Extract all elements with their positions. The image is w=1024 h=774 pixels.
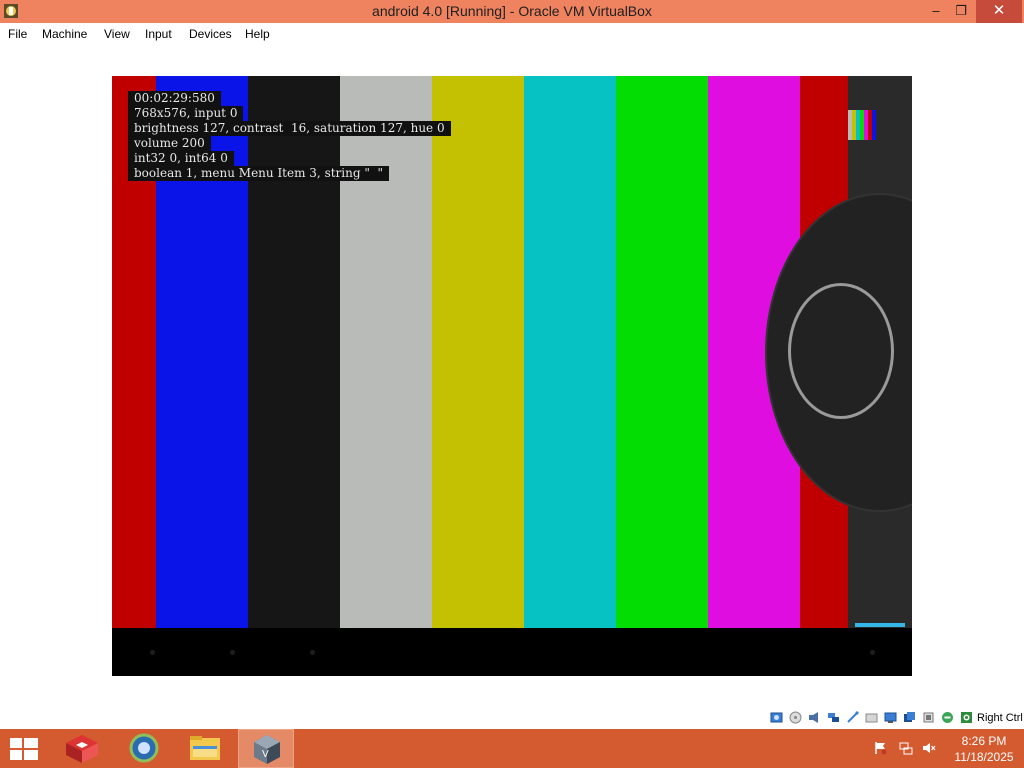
color-bar bbox=[524, 76, 616, 628]
taskbar-clock[interactable]: 8:26 PM 11/18/2025 bbox=[948, 733, 1020, 765]
mini-color-bars-thumbnail bbox=[848, 110, 876, 140]
menu-devices[interactable]: Devices bbox=[189, 27, 232, 41]
taskbar-virtualbox[interactable]: V bbox=[238, 729, 294, 768]
menu-input[interactable]: Input bbox=[145, 27, 172, 41]
nav-home-icon[interactable] bbox=[230, 650, 235, 655]
osd-line-ints: int32 0, int64 0 bbox=[128, 151, 234, 166]
host-key-label: Right Ctrl bbox=[977, 712, 1023, 724]
taskbar-file-explorer[interactable] bbox=[177, 729, 233, 768]
color-bar bbox=[616, 76, 708, 628]
window-titlebar[interactable]: android 4.0 [Running] - Oracle VM Virtua… bbox=[0, 0, 1024, 23]
flag-icon[interactable] bbox=[874, 741, 888, 755]
clock-date: 11/18/2025 bbox=[954, 750, 1014, 764]
optical-drive-icon[interactable] bbox=[789, 711, 802, 724]
file-explorer-icon bbox=[190, 736, 220, 760]
video-capture-icon[interactable] bbox=[903, 711, 916, 724]
window-title: android 4.0 [Running] - Oracle VM Virtua… bbox=[372, 3, 652, 19]
network-icon[interactable] bbox=[827, 711, 840, 724]
windows-start-icon[interactable] bbox=[10, 738, 38, 760]
keyboard-capture-icon[interactable] bbox=[960, 711, 973, 724]
menu-machine[interactable]: Machine bbox=[42, 27, 87, 41]
cpu-icon[interactable] bbox=[922, 711, 935, 724]
virtualbox-icon: V bbox=[254, 735, 280, 764]
vinyl-ring-graphic bbox=[788, 283, 894, 419]
app-red-icon bbox=[66, 735, 98, 763]
clock-time: 8:26 PM bbox=[961, 734, 1007, 748]
nav-back-icon[interactable] bbox=[150, 650, 155, 655]
windows-taskbar: V 8:26 PM 11/18/2025 bbox=[0, 729, 1024, 768]
menu-file[interactable]: File bbox=[8, 27, 27, 41]
osd-overlay: 00:02:29:580 768x576, input 0 brightness… bbox=[128, 91, 451, 181]
guest-display[interactable]: 00:02:29:580 768x576, input 0 brightness… bbox=[112, 76, 912, 676]
network-icon[interactable] bbox=[899, 741, 913, 755]
vm-status-bar: Right Ctrl bbox=[0, 708, 1024, 729]
mouse-integration-icon[interactable] bbox=[941, 711, 954, 724]
osd-line-resolution: 768x576, input 0 bbox=[128, 106, 244, 121]
svg-text:V: V bbox=[262, 749, 269, 760]
osd-line-menu: boolean 1, menu Menu Item 3, string " " bbox=[128, 166, 390, 181]
menu-bar: File Machine View Input Devices Help bbox=[0, 23, 1024, 44]
taskbar-app-red[interactable] bbox=[54, 729, 110, 768]
osd-line-volume: volume 200 bbox=[128, 136, 211, 151]
nav-recent-icon[interactable] bbox=[310, 650, 315, 655]
taskbar-browser[interactable] bbox=[116, 729, 172, 768]
maximize-button[interactable]: ❐ bbox=[947, 0, 975, 23]
close-button[interactable]: ✕ bbox=[976, 0, 1022, 23]
menu-view[interactable]: View bbox=[104, 27, 130, 41]
display-icon[interactable] bbox=[884, 711, 897, 724]
menu-help[interactable]: Help bbox=[245, 27, 270, 41]
android-navigation-bar bbox=[112, 628, 912, 676]
browser-icon bbox=[129, 733, 159, 763]
nav-menu-icon[interactable] bbox=[870, 650, 875, 655]
volume-muted-icon[interactable] bbox=[922, 741, 936, 755]
shared-folders-icon[interactable] bbox=[865, 711, 878, 724]
osd-line-picture: brightness 127, contrast 16, saturation … bbox=[128, 121, 451, 136]
osd-line-timecode: 00:02:29:580 bbox=[128, 91, 221, 106]
accent-indicator bbox=[855, 623, 905, 627]
hard-disk-icon[interactable] bbox=[770, 711, 783, 724]
audio-icon[interactable] bbox=[808, 711, 821, 724]
usb-icon[interactable] bbox=[846, 711, 859, 724]
